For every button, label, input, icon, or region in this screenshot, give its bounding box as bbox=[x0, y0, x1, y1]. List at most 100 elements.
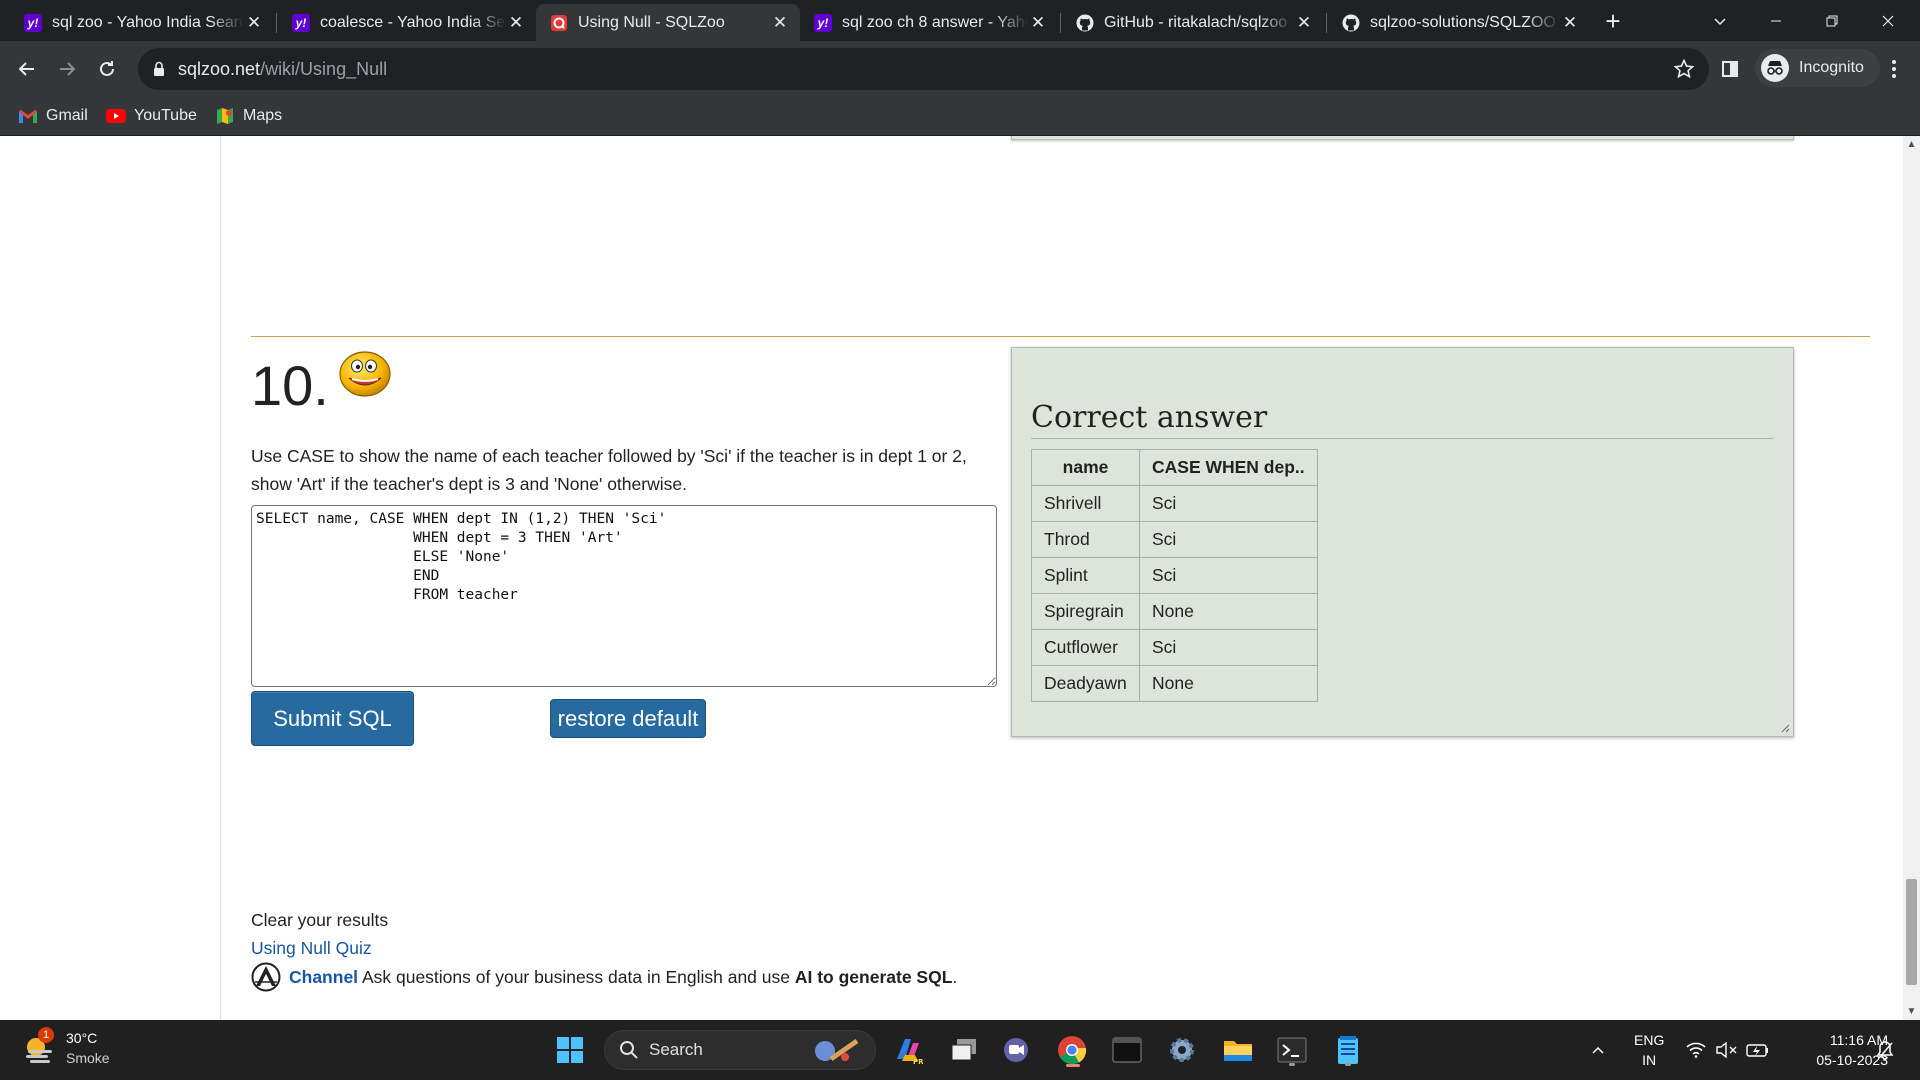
table-row: Splint Sci bbox=[1031, 557, 1318, 594]
table-cell: Sci bbox=[1139, 485, 1318, 522]
table-row: Deadyawn None bbox=[1031, 665, 1318, 702]
using-null-quiz-link[interactable]: Using Null Quiz bbox=[251, 938, 372, 958]
tab-title: sql zoo - Yahoo India Search Results bbox=[52, 13, 244, 31]
copilot-icon[interactable]: PRE bbox=[888, 1030, 928, 1070]
hidden-icons-chevron-icon[interactable] bbox=[1590, 1020, 1606, 1080]
forward-arrow-icon[interactable] bbox=[49, 51, 85, 87]
channel-text: Ask questions of your business data in E… bbox=[358, 967, 795, 987]
tab-separator bbox=[276, 13, 277, 33]
running-app-indicator bbox=[1345, 1063, 1351, 1066]
bookmark-maps[interactable]: Maps bbox=[215, 106, 282, 126]
table-cell: None bbox=[1139, 593, 1318, 630]
url-text[interactable]: sqlzoo.net/wiki/Using_Null bbox=[178, 59, 387, 80]
table-row: Cutflower Sci bbox=[1031, 629, 1318, 666]
tab-title: GitHub - ritakalach/sqlzoo bbox=[1104, 13, 1288, 31]
bookmark-youtube[interactable]: YouTube bbox=[106, 106, 197, 126]
tab-sql-zoo-ch8-yahoo[interactable]: y! sql zoo ch 8 answer - Yahoo India ✕ bbox=[800, 4, 1058, 41]
wifi-icon[interactable] bbox=[1686, 1020, 1706, 1080]
close-window-icon[interactable] bbox=[1860, 0, 1916, 41]
tab-title: coalesce - Yahoo India Search Results bbox=[320, 13, 506, 31]
question-divider bbox=[251, 336, 1870, 337]
tab-using-null-sqlzoo[interactable]: Using Null - SQLZoo ✕ bbox=[536, 4, 800, 41]
tab-coalesce-yahoo[interactable]: y! coalesce - Yahoo India Search Results… bbox=[278, 4, 536, 41]
footer-links: Clear your results Using Null Quiz Chann… bbox=[251, 906, 957, 992]
scroll-up-arrow-icon[interactable]: ▲ bbox=[1903, 136, 1920, 153]
table-cell: Shrivell bbox=[1031, 485, 1140, 522]
settings-gear-icon[interactable] bbox=[1162, 1030, 1202, 1070]
scrollbar-thumb[interactable] bbox=[1906, 879, 1917, 985]
sql-editor[interactable] bbox=[251, 505, 997, 687]
page-content: 10. Use CASE to show the name of each te… bbox=[0, 136, 1903, 1020]
notification-badge: 1 bbox=[38, 1027, 54, 1043]
restore-default-button[interactable]: restore default bbox=[550, 699, 706, 738]
url-path: /wiki/Using_Null bbox=[260, 59, 388, 79]
tab-separator bbox=[1060, 13, 1061, 33]
submit-sql-button[interactable]: Submit SQL bbox=[251, 691, 414, 746]
close-icon[interactable]: ✕ bbox=[1294, 13, 1314, 33]
clear-results-text[interactable]: Clear your results bbox=[251, 906, 957, 934]
url-host: sqlzoo.net bbox=[178, 59, 261, 79]
tab-title: Using Null - SQLZoo bbox=[578, 13, 725, 31]
close-icon[interactable]: ✕ bbox=[1028, 13, 1048, 33]
system-clock[interactable]: 11:16 AM 05-10-2023 bbox=[1796, 1020, 1888, 1080]
tab-github-ritakalach[interactable]: GitHub - ritakalach/sqlzoo ✕ bbox=[1062, 4, 1324, 41]
incognito-profile-button[interactable]: Incognito bbox=[1755, 49, 1880, 87]
input-language-indicator[interactable]: ENG IN bbox=[1634, 1020, 1664, 1080]
windows-start-icon[interactable] bbox=[550, 1030, 590, 1070]
column-header: CASE WHEN dep.. bbox=[1139, 449, 1318, 486]
command-prompt-icon[interactable] bbox=[1272, 1030, 1312, 1070]
answer-heading: Correct answer bbox=[1031, 400, 1268, 435]
left-column-divider bbox=[220, 136, 221, 1020]
tab-search-chevron-icon[interactable] bbox=[1692, 0, 1748, 41]
active-app-indicator bbox=[1066, 1064, 1080, 1067]
tab-sql-zoo-yahoo[interactable]: y! sql zoo - Yahoo India Search Results … bbox=[10, 4, 274, 41]
table-header-row: name CASE WHEN dep.. bbox=[1031, 449, 1318, 486]
github-icon bbox=[1342, 14, 1360, 32]
vertical-scrollbar[interactable]: ▲ ▼ bbox=[1903, 136, 1920, 1020]
new-tab-plus-icon[interactable]: + bbox=[1598, 6, 1628, 36]
speaker-muted-icon[interactable] bbox=[1716, 1020, 1738, 1080]
resize-grip-icon[interactable] bbox=[1780, 723, 1790, 733]
question-number: 10. bbox=[251, 354, 329, 417]
minimize-icon[interactable] bbox=[1748, 0, 1804, 41]
channel-link[interactable]: Channel bbox=[289, 967, 358, 987]
reload-icon[interactable] bbox=[89, 51, 125, 87]
bookmark-gmail[interactable]: Gmail bbox=[18, 106, 88, 126]
bookmark-star-icon[interactable] bbox=[1673, 58, 1695, 85]
chrome-icon[interactable] bbox=[1052, 1030, 1092, 1070]
back-arrow-icon[interactable] bbox=[9, 51, 45, 87]
battery-icon[interactable] bbox=[1746, 1020, 1770, 1080]
channel-text-end: . bbox=[952, 967, 958, 987]
side-panel-icon[interactable] bbox=[1712, 51, 1748, 87]
scroll-down-arrow-icon[interactable]: ▼ bbox=[1903, 1003, 1920, 1020]
browser-tab-strip: y! sql zoo - Yahoo India Search Results … bbox=[0, 0, 1920, 41]
file-explorer-folder-icon[interactable] bbox=[1218, 1030, 1258, 1070]
kebab-menu-icon[interactable] bbox=[1876, 51, 1912, 87]
table-cell: Sci bbox=[1139, 521, 1318, 558]
table-cell: Spiregrain bbox=[1031, 593, 1140, 630]
notifications-bell-icon[interactable] bbox=[1876, 1020, 1894, 1080]
close-icon[interactable]: ✕ bbox=[244, 13, 264, 33]
yahoo-icon: y! bbox=[24, 13, 42, 32]
running-app-indicator bbox=[1289, 1063, 1295, 1066]
search-icon bbox=[620, 1041, 638, 1059]
terminal-window-icon[interactable] bbox=[1107, 1030, 1147, 1070]
tab-github-sqlzoo-solutions[interactable]: sqlzoo-solutions/SQLZOO ✕ bbox=[1328, 4, 1590, 41]
teams-chat-icon[interactable] bbox=[996, 1030, 1036, 1070]
search-highlight-cricket-icon bbox=[815, 1038, 859, 1062]
weather-widget[interactable]: 1 30°C Smoke bbox=[22, 1027, 110, 1068]
close-icon[interactable]: ✕ bbox=[770, 13, 790, 33]
close-icon[interactable]: ✕ bbox=[1560, 13, 1580, 33]
restore-window-icon[interactable] bbox=[1804, 0, 1860, 41]
taskbar-search-box[interactable]: Search bbox=[604, 1030, 876, 1070]
weather-description: Smoke bbox=[66, 1050, 110, 1066]
table-cell: Throd bbox=[1031, 521, 1140, 558]
tab-separator bbox=[1326, 13, 1327, 33]
address-bar[interactable]: sqlzoo.net/wiki/Using_Null bbox=[138, 48, 1709, 90]
task-view-icon[interactable] bbox=[944, 1030, 984, 1070]
answer-table: name CASE WHEN dep.. Shrivell Sci Throd … bbox=[1031, 449, 1318, 702]
lock-icon[interactable] bbox=[152, 60, 166, 83]
notepad-icon[interactable] bbox=[1328, 1030, 1368, 1070]
close-icon[interactable]: ✕ bbox=[506, 13, 526, 33]
table-cell: Splint bbox=[1031, 557, 1140, 594]
